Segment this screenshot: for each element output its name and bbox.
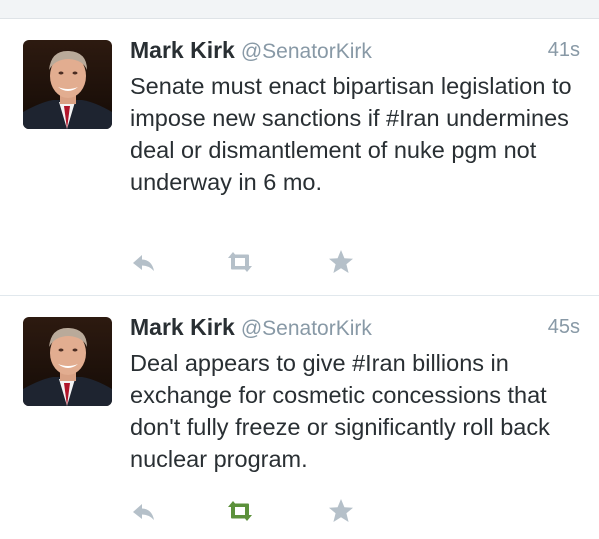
author-name[interactable]: Mark Kirk bbox=[130, 37, 235, 63]
favorite-star-icon bbox=[329, 499, 353, 522]
reply-icon bbox=[133, 255, 154, 271]
tweet[interactable]: Mark Kirk @SenatorKirk 45s Deal appears t… bbox=[0, 296, 599, 539]
avatar[interactable] bbox=[23, 40, 112, 129]
retweet-button[interactable] bbox=[225, 496, 255, 526]
tweet-actions bbox=[128, 496, 388, 526]
favorite-star-icon bbox=[329, 250, 353, 273]
author-name[interactable]: Mark Kirk bbox=[130, 314, 235, 340]
tweet-timestamp[interactable]: 41s bbox=[548, 39, 580, 62]
avatar[interactable] bbox=[23, 317, 112, 406]
retweet-button[interactable] bbox=[225, 247, 255, 277]
tweet-text: Deal appears to give #Iran billions in e… bbox=[130, 350, 550, 472]
tweet[interactable]: Mark Kirk @SenatorKirk 41s Senate must en… bbox=[0, 19, 599, 295]
favorite-button[interactable] bbox=[326, 496, 356, 526]
reply-button[interactable] bbox=[128, 496, 158, 526]
reply-icon bbox=[133, 504, 154, 520]
author-handle[interactable]: @SenatorKirk bbox=[241, 317, 372, 340]
reply-button[interactable] bbox=[128, 247, 158, 277]
tweet-timestamp[interactable]: 45s bbox=[548, 316, 580, 339]
retweet-icon bbox=[228, 252, 252, 272]
tweet-header: Mark Kirk @SenatorKirk 45s bbox=[130, 314, 580, 346]
tweet-text: Senate must enact bipartisan legislation… bbox=[130, 73, 572, 195]
tweet-actions bbox=[128, 247, 388, 277]
tweet-header: Mark Kirk @SenatorKirk 41s bbox=[130, 37, 580, 69]
favorite-button[interactable] bbox=[326, 247, 356, 277]
author-handle[interactable]: @SenatorKirk bbox=[241, 40, 372, 63]
retweet-icon bbox=[228, 501, 252, 521]
timeline-top-strip bbox=[0, 0, 599, 19]
